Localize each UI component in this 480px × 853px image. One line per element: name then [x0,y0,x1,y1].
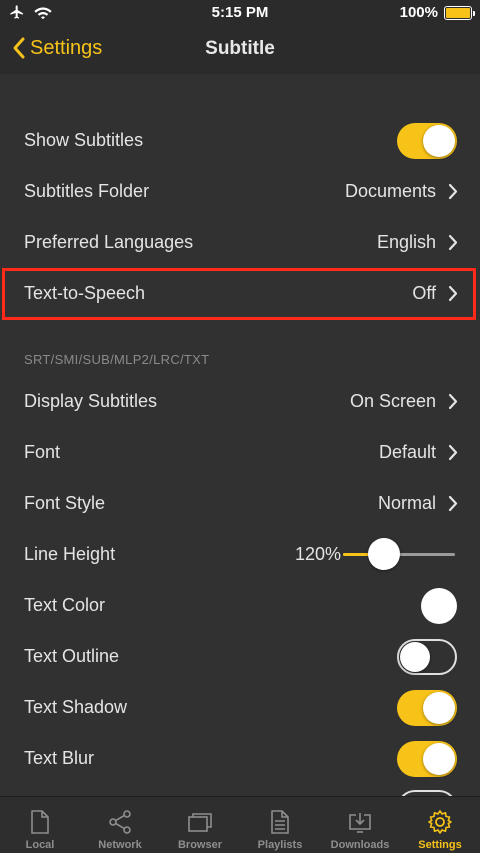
playlist-icon [271,810,289,834]
row-subtitles-folder[interactable]: Subtitles Folder Documents [0,166,480,217]
status-right: 100% [399,4,475,21]
document-icon [31,810,49,834]
row-line-height: Line Height 120% [0,529,480,580]
row-label: Font [24,442,61,462]
tab-label: Browser [177,839,223,851]
tab-bar: Local Network Browser Playlists Download… [0,796,480,853]
row-show-subtitles: Show Subtitles [0,115,480,166]
row-label: Text Shadow [24,697,128,717]
tab-label: Downloads [330,839,390,851]
chevron-right-icon [448,444,458,461]
browser-icon [188,813,212,832]
tab-browser[interactable]: Browser [160,797,240,853]
chevron-right-icon [448,234,458,251]
text-outline-toggle[interactable] [397,638,457,675]
gear-icon [428,810,452,834]
text-shadow-toggle[interactable] [397,689,457,726]
share-icon [109,810,131,834]
row-label: Subtitles Folder [24,181,150,201]
battery-percent: 100% [399,4,438,21]
row-value: Normal [377,493,436,513]
page-title: Subtitle [205,38,275,59]
tab-label: Local [25,839,55,851]
row-value: On Screen [349,391,436,411]
row-font[interactable]: Font Default [0,427,480,478]
row-preferred-languages[interactable]: Preferred Languages English [0,217,480,268]
tab-settings[interactable]: Settings [400,797,480,853]
text-blur-toggle[interactable] [397,740,457,777]
toggle-knob [423,691,455,724]
tab-local[interactable]: Local [0,797,80,853]
row-text-outline: Text Outline [0,631,480,682]
battery-icon [444,5,475,20]
row-display-subtitles[interactable]: Display Subtitles On Screen [0,376,480,427]
line-height-value: 120% [295,544,342,564]
toggle-knob [423,742,455,775]
chevron-right-icon [448,495,458,512]
section-header: SRT/SMI/SUB/MLP2/LRC/TXT [24,352,210,367]
chevron-right-icon [448,393,458,410]
row-label: Font Style [24,493,106,513]
highlight-box [2,268,476,320]
tab-playlists[interactable]: Playlists [240,797,320,853]
status-bar: 5:15 PM 100% [0,0,480,26]
download-icon [349,813,371,833]
navigation-bar: Settings Subtitle [0,26,480,74]
row-label: Display Subtitles [24,391,158,411]
slider-thumb[interactable] [368,538,401,570]
row-label: Line Height [24,544,116,564]
row-font-style[interactable]: Font Style Normal [0,478,480,529]
line-height-slider[interactable] [343,538,455,570]
tab-label: Network [98,839,142,851]
tab-label: Playlists [257,839,303,851]
row-value: English [376,232,436,252]
row-label: Preferred Languages [24,232,194,252]
tab-network[interactable]: Network [80,797,160,853]
row-text-color[interactable]: Text Color [0,580,480,631]
row-label: Show Subtitles [24,130,144,150]
row-value: Default [378,442,436,462]
toggle-knob [423,124,455,157]
row-label: Text Color [24,595,106,615]
show-subtitles-toggle[interactable] [397,122,457,159]
toggle-knob [400,641,430,672]
row-text-blur: Text Blur [0,733,480,784]
tab-downloads[interactable]: Downloads [320,797,400,853]
row-label: Text Outline [24,646,120,666]
text-color-swatch[interactable] [421,587,457,624]
row-value: Documents [344,181,436,201]
row-label: Text Blur [24,748,95,768]
tab-label: Settings [418,839,462,851]
row-text-shadow: Text Shadow [0,682,480,733]
chevron-right-icon [448,183,458,200]
